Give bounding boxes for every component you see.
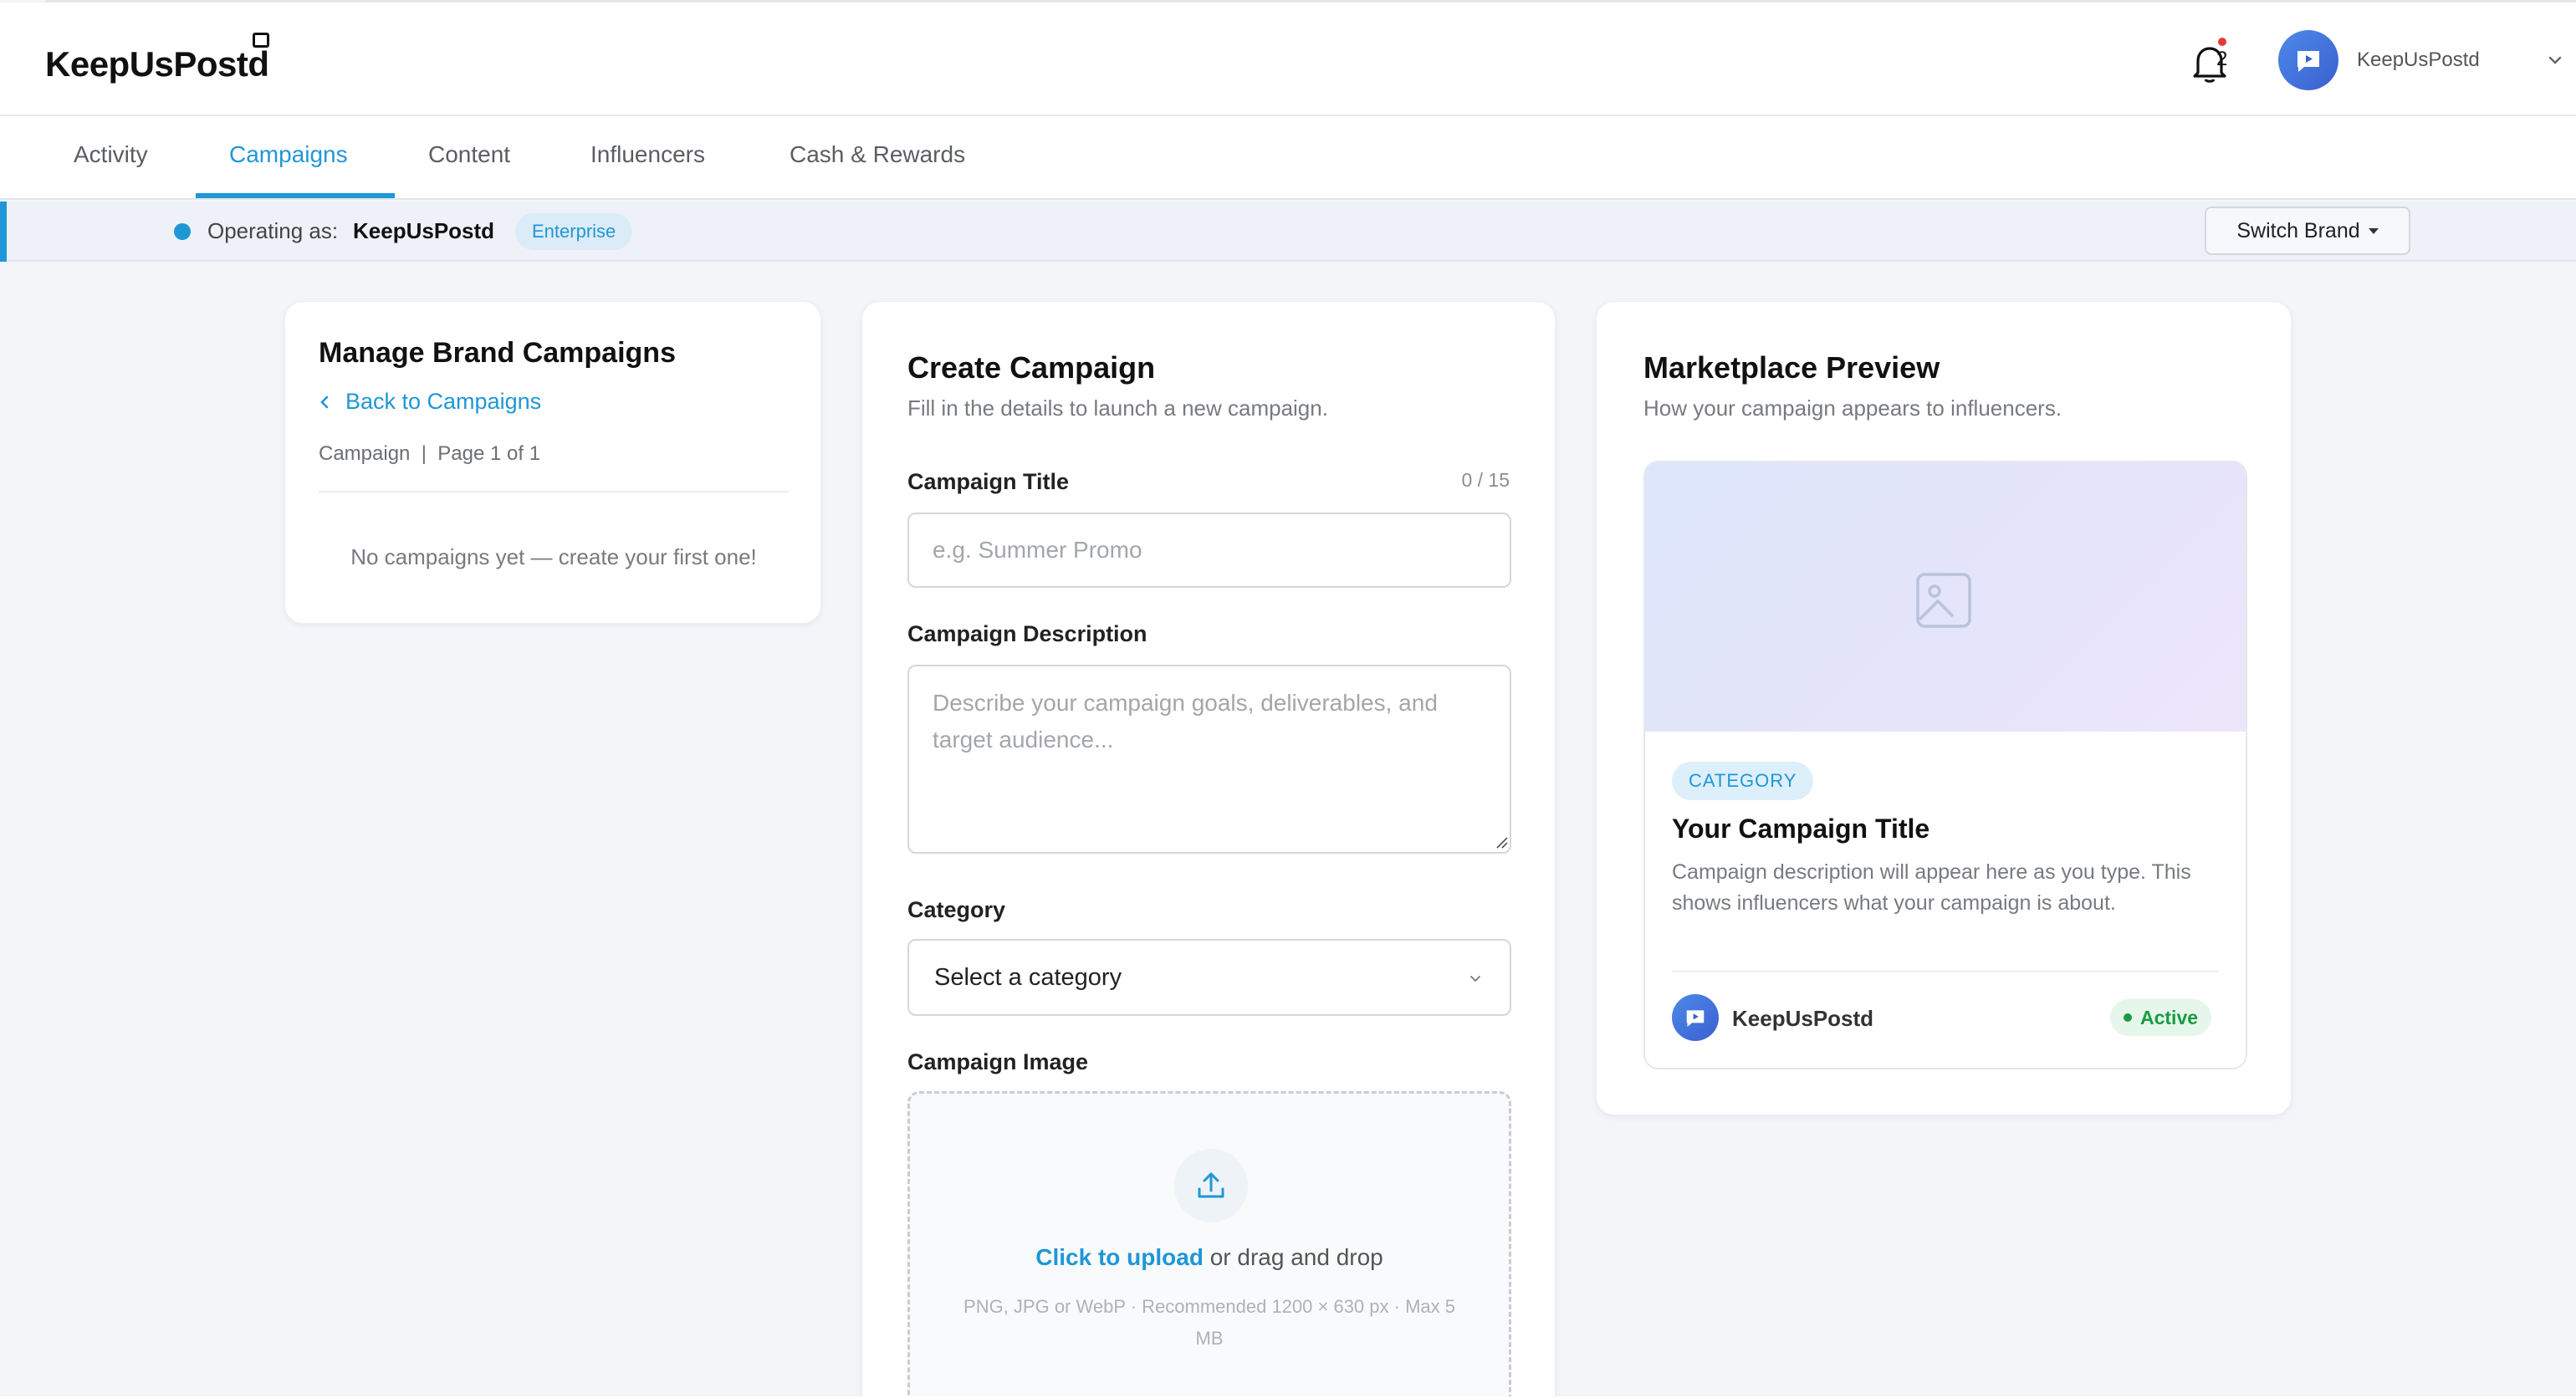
preview-subtitle: How your campaign appears to influencers… (1643, 395, 2062, 421)
operating-brand-name: KeepUsPostd (353, 218, 495, 243)
preview-campaign-description: Campaign description will appear here as… (1672, 860, 2191, 915)
back-label: Back to Campaigns (345, 389, 542, 414)
manage-title: Manage Brand Campaigns (319, 337, 676, 369)
back-to-campaigns-link[interactable]: Back to Campaigns (319, 389, 541, 415)
switch-brand-label: Switch Brand (2236, 218, 2360, 242)
plan-badge: Enterprise (515, 213, 633, 250)
category-select[interactable]: Select a category (907, 939, 1511, 1016)
app-window: KeepUsPostd 2 KeepUsPostd Activity Campa… (0, 0, 2576, 1398)
image-upload-dropzone[interactable]: Click to upload or drag and drop PNG, JP… (907, 1091, 1511, 1398)
upload-icon (1174, 1149, 1248, 1222)
avatar-chat-icon (2297, 51, 2319, 72)
create-title: Create Campaign (907, 350, 1156, 385)
tab-influencers[interactable]: Influencers (590, 141, 705, 168)
manage-campaigns-card: Manage Brand Campaigns Back to Campaigns… (284, 301, 821, 624)
marketplace-preview-card: Marketplace Preview How your campaign ap… (1596, 301, 2292, 1115)
campaign-title-input[interactable] (907, 513, 1511, 588)
campaign-image-label: Campaign Image (907, 1049, 1089, 1074)
pagination-meta: Campaign | Page 1 of 1 (319, 442, 541, 465)
title-char-counter: 0 / 15 (1461, 469, 1510, 491)
campaign-description-input[interactable] (907, 665, 1511, 854)
chevron-left-icon (320, 395, 329, 408)
image-icon (1916, 573, 1971, 628)
create-campaign-card: Create Campaign Fill in the details to l… (861, 301, 1556, 1398)
upload-instructions: Click to upload or drag and drop (910, 1244, 1509, 1271)
preview-campaign-title: Your Campaign Title (1672, 814, 1930, 844)
chevron-down-icon[interactable] (2544, 49, 2566, 71)
tab-cash-rewards[interactable]: Cash & Rewards (790, 141, 965, 168)
status-dot (174, 223, 191, 240)
tab-campaigns[interactable]: Campaigns (229, 141, 348, 168)
top-header: KeepUsPostd 2 KeepUsPostd (0, 3, 2576, 116)
tab-content[interactable]: Content (428, 141, 510, 168)
campaign-preview-tile: CATEGORY Your Campaign Title Campaign de… (1643, 461, 2247, 1069)
caret-down-icon (2368, 227, 2379, 234)
user-name[interactable]: KeepUsPostd (2357, 48, 2480, 72)
category-badge: CATEGORY (1672, 762, 1814, 800)
category-selected-value: Select a category (934, 964, 1122, 991)
status-dot (2124, 1013, 2132, 1022)
notification-count: 2 (2216, 48, 2228, 70)
category-label: Category (907, 897, 1006, 922)
active-tab-indicator (196, 193, 395, 198)
brand-logo[interactable]: KeepUsPostd (45, 44, 269, 84)
click-to-upload-link[interactable]: Click to upload (1035, 1244, 1204, 1270)
empty-state-text: No campaigns yet — create your first one… (350, 544, 757, 569)
status-badge: Active (2110, 999, 2212, 1036)
avatar-chat-icon (1686, 1010, 1705, 1028)
logo-mark-icon (253, 33, 269, 48)
user-avatar[interactable] (2278, 30, 2338, 90)
preview-image-placeholder (1645, 462, 2246, 732)
campaign-title-label: Campaign Title (907, 469, 1070, 494)
create-subtitle: Fill in the details to launch a new camp… (907, 395, 1328, 421)
upload-drag-text: or drag and drop (1203, 1244, 1383, 1270)
upload-hint: PNG, JPG or WebP · Recommended 1200 × 63… (963, 1296, 1455, 1349)
notification-dot (2218, 38, 2226, 46)
preview-title: Marketplace Preview (1643, 350, 1940, 385)
brand-avatar (1672, 994, 1719, 1041)
campaign-description-label: Campaign Description (907, 621, 1147, 646)
resize-grip-icon[interactable] (1495, 835, 1508, 849)
divider (319, 491, 789, 492)
switch-brand-button[interactable]: Switch Brand (2205, 207, 2410, 255)
divider (1672, 971, 2219, 972)
opbar-accent (0, 202, 7, 262)
tab-activity[interactable]: Activity (74, 141, 148, 168)
main-nav-tabs: Activity Campaigns Content Influencers C… (0, 116, 2576, 200)
preview-brand-name: KeepUsPostd (1732, 1006, 1874, 1031)
status-label: Active (2140, 1007, 2199, 1028)
chevron-down-icon (1470, 976, 1480, 982)
operating-as-label: Operating as: (207, 218, 339, 243)
operating-as-bar: Operating as: KeepUsPostd Enterprise Swi… (0, 202, 2576, 262)
